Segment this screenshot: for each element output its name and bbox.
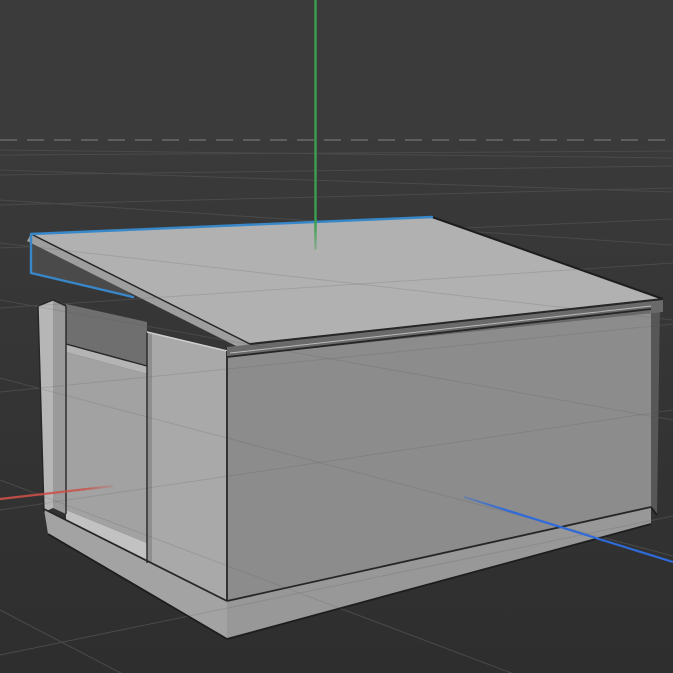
left-wall-inner-face[interactable] bbox=[53, 300, 66, 514]
scene-canvas[interactable] bbox=[0, 0, 673, 673]
front-wall-left-edge[interactable] bbox=[147, 332, 152, 565]
interior-side-wall[interactable] bbox=[66, 352, 147, 543]
viewport-3d[interactable] bbox=[0, 0, 673, 673]
